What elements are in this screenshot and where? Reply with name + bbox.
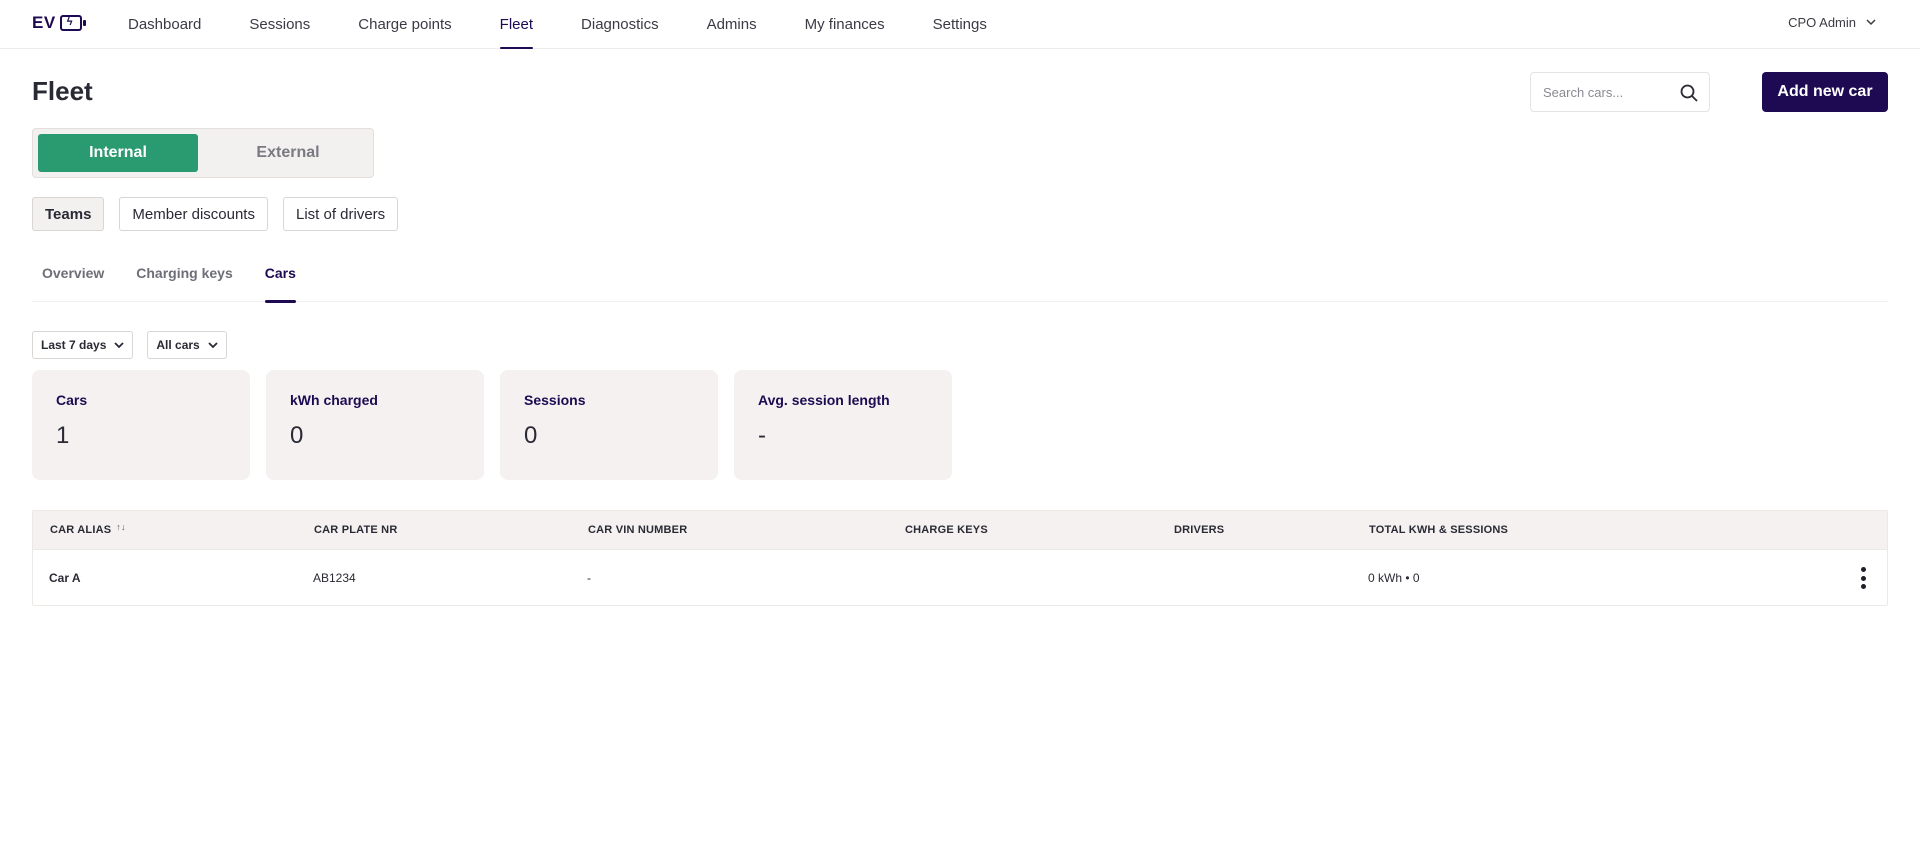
logo-text: EV [32, 13, 56, 32]
stat-card-cars: Cars 1 [32, 370, 250, 480]
cell-total-kwh-sessions: 0 kWh • 0 [1368, 571, 1420, 585]
stat-card-avg-session-length: Avg. session length - [734, 370, 952, 480]
nav-sessions[interactable]: Sessions [249, 0, 310, 49]
stat-value: 0 [524, 422, 538, 449]
chevron-down-icon [1866, 19, 1876, 26]
main-nav: Dashboard Sessions Charge points Fleet D… [128, 0, 1035, 49]
stat-label: Avg. session length [758, 392, 890, 408]
nav-dashboard[interactable]: Dashboard [128, 0, 201, 49]
add-new-car-button[interactable]: Add new car [1762, 72, 1888, 112]
stat-value: 1 [56, 422, 70, 449]
filters: Last 7 days All cars [32, 331, 227, 359]
stat-card-sessions: Sessions 0 [500, 370, 718, 480]
user-menu[interactable]: CPO Admin [1788, 15, 1876, 30]
sub-section-pills: Teams Member discounts List of drivers [32, 197, 399, 231]
period-filter[interactable]: Last 7 days [32, 331, 134, 359]
battery-icon: ϟ [59, 15, 86, 31]
internal-external-toggle: Internal External [32, 128, 374, 178]
pill-teams[interactable]: Teams [32, 197, 105, 231]
sort-icon[interactable]: ↑↓ [116, 523, 125, 532]
column-label: CAR ALIAS [50, 524, 112, 536]
cars-filter[interactable]: All cars [147, 331, 227, 359]
stat-card-kwh-charged: kWh charged 0 [266, 370, 484, 480]
column-header-car-alias[interactable]: CAR ALIAS ↑↓ [50, 511, 126, 549]
stat-label: kWh charged [290, 392, 378, 408]
column-header-car-vin: CAR VIN NUMBER [588, 524, 688, 536]
cell-car-plate: AB1234 [313, 571, 356, 585]
ev-logo[interactable]: EV ϟ [32, 13, 86, 33]
pill-list-of-drivers[interactable]: List of drivers [282, 197, 399, 231]
tab-charging-keys[interactable]: Charging keys [126, 258, 242, 302]
user-name: CPO Admin [1788, 15, 1856, 30]
cars-table: CAR ALIAS ↑↓ CAR PLATE NR CAR VIN NUMBER… [32, 510, 1888, 606]
nav-admins[interactable]: Admins [707, 0, 757, 49]
stat-cards: Cars 1 kWh charged 0 Sessions 0 Avg. ses… [32, 370, 952, 480]
column-header-drivers: DRIVERS [1174, 524, 1225, 536]
column-header-car-plate: CAR PLATE NR [314, 524, 398, 536]
nav-diagnostics[interactable]: Diagnostics [581, 0, 659, 49]
fleet-tabs: Overview Charging keys Cars [32, 258, 1888, 303]
chevron-down-icon [208, 341, 218, 348]
tab-overview[interactable]: Overview [32, 258, 114, 302]
stat-value: - [758, 422, 766, 449]
stat-label: Cars [56, 392, 88, 408]
stat-label: Sessions [524, 392, 586, 408]
search-box [1530, 72, 1710, 112]
table-row[interactable]: Car A AB1234 - 0 kWh • 0 [33, 549, 1887, 605]
pill-member-discounts[interactable]: Member discounts [119, 197, 268, 231]
nav-settings[interactable]: Settings [933, 0, 987, 49]
nav-charge-points[interactable]: Charge points [358, 0, 451, 49]
segment-internal[interactable]: Internal [38, 134, 198, 172]
nav-my-finances[interactable]: My finances [805, 0, 885, 49]
column-header-total-kwh-sessions: TOTAL KWH & SESSIONS [1369, 524, 1509, 536]
cell-car-alias: Car A [49, 571, 81, 585]
column-header-charge-keys: CHARGE KEYS [905, 524, 988, 536]
table-header: CAR ALIAS ↑↓ CAR PLATE NR CAR VIN NUMBER… [33, 511, 1887, 549]
chevron-down-icon [114, 341, 125, 348]
segment-external[interactable]: External [208, 134, 368, 172]
more-actions-icon[interactable] [1861, 567, 1867, 589]
search-icon[interactable] [1679, 83, 1699, 103]
cars-filter-label: All cars [156, 338, 200, 352]
nav-fleet[interactable]: Fleet [499, 0, 534, 49]
page-title: Fleet [32, 76, 93, 106]
stat-value: 0 [290, 422, 304, 449]
search-input[interactable] [1543, 84, 1673, 100]
cell-car-vin: - [587, 571, 591, 585]
period-filter-label: Last 7 days [41, 338, 107, 352]
tab-cars[interactable]: Cars [255, 258, 306, 303]
top-nav-bar: EV ϟ Dashboard Sessions Charge points Fl… [0, 0, 1920, 49]
